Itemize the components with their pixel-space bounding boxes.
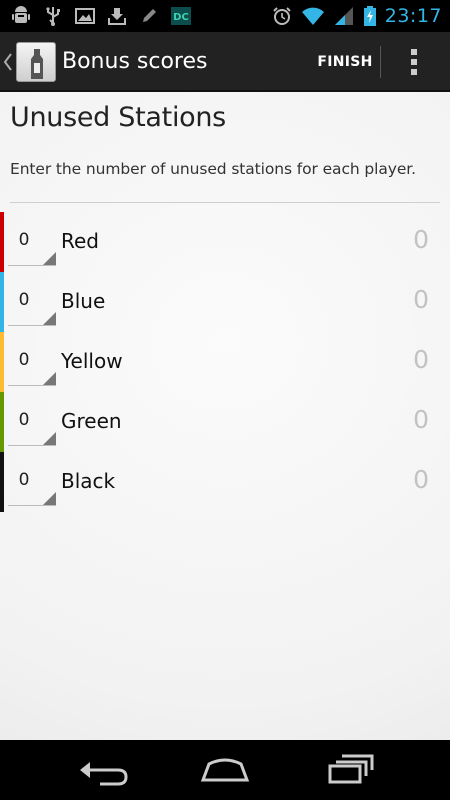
navigation-bar <box>0 740 450 800</box>
notification-icons: DC <box>10 4 192 28</box>
image-icon <box>75 8 95 24</box>
player-color-stripe <box>0 272 4 332</box>
player-name: Black <box>61 469 116 493</box>
signal-icon <box>334 7 353 25</box>
home-icon[interactable] <box>195 750 255 790</box>
unused-stations-spinner[interactable]: 0 <box>8 218 56 268</box>
player-name: Red <box>61 229 99 253</box>
player-row-yellow: 0 Yellow 0 <box>0 332 450 392</box>
download-icon <box>108 8 126 25</box>
screen: DC 23:17 Bonus scores FINISH Unused Stat… <box>0 0 450 800</box>
spinner-value: 0 <box>18 350 30 370</box>
battery-charging-icon <box>363 6 376 26</box>
up-caret-icon[interactable] <box>3 52 13 72</box>
svg-text:DC: DC <box>173 12 189 23</box>
player-name: Green <box>61 409 122 433</box>
spinner-underline <box>8 445 56 446</box>
spinner-underline <box>8 505 56 506</box>
player-row-red: 0 Red 0 <box>0 212 450 272</box>
spinner-underline <box>8 265 56 266</box>
spinner-value: 0 <box>18 470 30 490</box>
spinner-value: 0 <box>18 410 30 430</box>
spinner-dropdown-icon <box>43 252 56 265</box>
spinner-dropdown-icon <box>43 372 56 385</box>
unused-stations-spinner[interactable]: 0 <box>8 458 56 508</box>
spinner-value: 0 <box>18 290 30 310</box>
back-icon[interactable] <box>70 750 130 790</box>
usb-icon <box>46 7 60 26</box>
unused-stations-spinner[interactable]: 0 <box>8 278 56 328</box>
wifi-icon <box>301 7 324 25</box>
player-row-black: 0 Black 0 <box>0 452 450 512</box>
overflow-menu-icon[interactable] <box>396 44 432 80</box>
unused-stations-spinner[interactable]: 0 <box>8 338 56 388</box>
spinner-dropdown-icon <box>43 432 56 445</box>
player-bonus-score: 0 <box>413 225 429 254</box>
player-bonus-score: 0 <box>413 405 429 434</box>
spinner-underline <box>8 325 56 326</box>
player-color-stripe <box>0 332 4 392</box>
instructions-text: Enter the number of unused stations for … <box>10 160 416 178</box>
dc-app-icon: DC <box>171 7 191 25</box>
system-icons: 23:17 <box>271 0 442 32</box>
player-row-blue: 0 Blue 0 <box>0 272 450 332</box>
status-clock: 23:17 <box>384 5 442 27</box>
player-color-stripe <box>0 212 4 272</box>
status-bar: DC 23:17 <box>0 0 450 32</box>
spinner-value: 0 <box>18 230 30 250</box>
finish-button[interactable]: FINISH <box>310 32 380 92</box>
player-color-stripe <box>0 452 4 512</box>
player-name: Yellow <box>61 349 123 373</box>
spinner-underline <box>8 385 56 386</box>
player-name: Blue <box>61 289 106 313</box>
content-area: Unused Stations Enter the number of unus… <box>0 92 450 740</box>
spinner-dropdown-icon <box>43 492 56 505</box>
spinner-dropdown-icon <box>43 312 56 325</box>
unused-stations-spinner[interactable]: 0 <box>8 398 56 448</box>
pencil-icon <box>143 9 156 22</box>
player-bonus-score: 0 <box>413 345 429 374</box>
android-debug-icon <box>12 6 30 23</box>
recent-apps-icon[interactable] <box>320 750 380 790</box>
player-bonus-score: 0 <box>413 285 429 314</box>
page-title: Unused Stations <box>10 102 226 133</box>
player-bonus-score: 0 <box>413 465 429 494</box>
player-color-stripe <box>0 392 4 452</box>
action-bar-divider <box>380 46 381 78</box>
player-list: 0 Red 0 0 Blue 0 0 Yellow 0 0 Green 0 0 … <box>0 212 450 512</box>
action-bar-title: Bonus scores <box>62 49 208 74</box>
section-divider <box>10 202 440 203</box>
player-row-green: 0 Green 0 <box>0 392 450 452</box>
app-logo[interactable] <box>16 42 56 82</box>
station-logo-icon <box>31 49 43 79</box>
action-bar: Bonus scores FINISH <box>0 32 450 92</box>
alarm-icon <box>273 7 291 25</box>
